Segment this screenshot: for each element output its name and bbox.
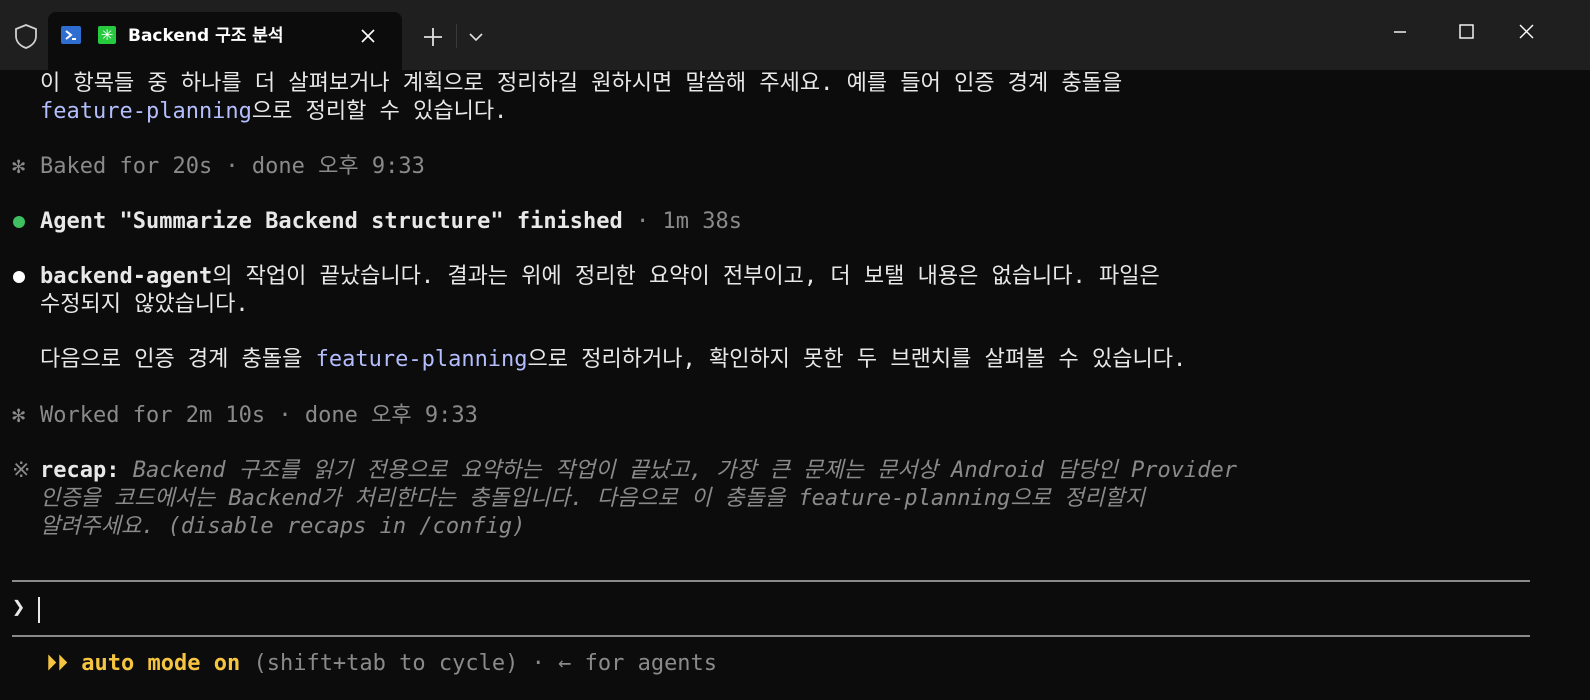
baked-status: Baked for 20s · done 오후 9:33	[40, 154, 425, 179]
recap-line-3: 알려주세요. (disable recaps in /config)	[40, 514, 526, 539]
recap-label: recap:	[40, 458, 120, 483]
shield-icon	[15, 24, 37, 49]
agent-finished-time: · 1m 38s	[622, 209, 743, 234]
input-cursor[interactable]	[38, 597, 40, 623]
next-steps-rest: 으로 정리하거나, 확인하지 못한 두 브랜치를 살펴볼 수 있습니다.	[527, 347, 1187, 372]
auto-mode-icon: ⏵⏵	[46, 651, 69, 676]
chevron-down-icon[interactable]	[466, 28, 486, 46]
agent-finished: Agent "Summarize Backend structure" fini…	[40, 208, 742, 236]
worked-status: Worked for 2m 10s · done 오후 9:33	[40, 403, 478, 428]
result-line-1: backend-agent의 작업이 끝났습니다. 결과는 위에 정리한 요약이…	[40, 263, 1160, 291]
spinner-icon-2: ✻	[12, 403, 26, 428]
recap-line-1-text: Backend 구조를 읽기 전용으로 요약하는 작업이 끝났고, 가장 큰 문…	[119, 458, 1237, 483]
spinner-icon: ✻	[12, 154, 26, 179]
tab-status-icon: ✳	[98, 26, 116, 44]
result-agent-name: backend-agent	[40, 264, 213, 289]
auto-mode-label[interactable]: auto mode on	[81, 651, 240, 676]
next-steps-line: 다음으로 인증 경계 충돌을 feature-planning으로 정리하거나,…	[40, 346, 1186, 374]
input-top-divider	[12, 580, 1530, 582]
close-icon[interactable]	[356, 24, 380, 48]
minimize-icon[interactable]	[1380, 14, 1420, 50]
title-bar: ✳ Backend 구조 분석	[0, 0, 1590, 70]
powershell-icon	[61, 26, 81, 44]
status-hint: (shift+tab to cycle) · ← for agents	[240, 651, 718, 676]
maximize-icon[interactable]	[1446, 14, 1486, 50]
feature-planning-link: feature-planning	[40, 99, 252, 124]
result-line-2: 수정되지 않았습니다.	[40, 292, 249, 317]
window-close-icon[interactable]	[1506, 14, 1546, 50]
intro-line-2-rest: 으로 정리할 수 있습니다.	[251, 99, 508, 124]
prompt-icon: ❯	[12, 595, 26, 620]
intro-line-1: 이 항목들 중 하나를 더 살펴보거나 계획으로 정리하길 원하시면 말씀해 주…	[40, 71, 1123, 96]
agent-finished-name: Agent "Summarize Backend structure" fini…	[40, 209, 623, 234]
next-steps-pre: 다음으로 인증 경계 충돌을	[40, 347, 316, 372]
status-bar: ⏵⏵ auto mode on (shift+tab to cycle) · ←…	[46, 650, 717, 678]
terminal-output: 이 항목들 중 하나를 더 살펴보거나 계획으로 정리하길 원하시면 말씀해 주…	[0, 70, 1590, 700]
success-dot-icon	[13, 216, 25, 228]
tab-backend[interactable]: ✳ Backend 구조 분석	[48, 12, 402, 70]
recap-line-1: recap: Backend 구조를 읽기 전용으로 요약하는 작업이 끝났고,…	[40, 457, 1237, 485]
input-bottom-divider	[12, 635, 1530, 637]
plus-icon[interactable]	[420, 24, 446, 50]
recap-icon: ※	[12, 458, 31, 483]
intro-line-2: feature-planning으로 정리할 수 있습니다.	[40, 98, 507, 126]
feature-planning-link-2: feature-planning	[315, 347, 528, 372]
message-dot-icon	[13, 271, 25, 283]
tab-title: Backend 구조 분석	[128, 26, 284, 46]
tab-divider	[456, 24, 457, 48]
result-line-1-rest: 의 작업이 끝났습니다. 결과는 위에 정리한 요약이 전부이고, 더 보탤 내…	[212, 264, 1160, 289]
recap-line-2: 인증을 코드에서는 Backend가 처리한다는 충돌입니다. 다음으로 이 충…	[40, 486, 1146, 511]
